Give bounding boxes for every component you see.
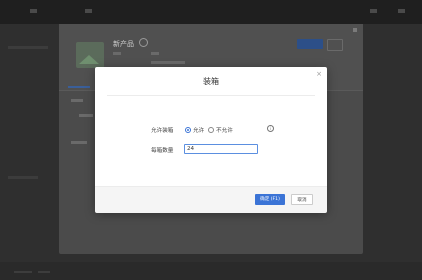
quantity-label: 每箱数量 bbox=[151, 148, 174, 154]
radio-unchecked-icon bbox=[208, 127, 214, 133]
confirm-button[interactable]: 确定 (F1) bbox=[255, 194, 285, 205]
background-dialog-title: 新产品 bbox=[113, 40, 134, 48]
quantity-row: 每箱数量 24 bbox=[95, 144, 327, 156]
dialog-footer: 确定 (F1) 取消 bbox=[95, 186, 327, 213]
screen: 新产品 装箱 × 允许装箱 允许 不允许 i 每箱数量 24 确定 (F1) 取… bbox=[0, 0, 422, 280]
split-row: 允许装箱 允许 不允许 i bbox=[95, 124, 327, 136]
background-text bbox=[151, 52, 159, 55]
cancel-button[interactable]: 取消 bbox=[291, 194, 313, 205]
split-label: 允许装箱 bbox=[151, 128, 174, 134]
background-text bbox=[113, 52, 121, 55]
background-close-icon bbox=[353, 28, 357, 32]
radio-disallow[interactable]: 不允许 bbox=[208, 126, 233, 134]
dialog-title: 装箱 bbox=[203, 77, 219, 86]
info-icon[interactable]: i bbox=[267, 125, 274, 132]
background-text bbox=[71, 141, 87, 144]
bottom-bar bbox=[0, 262, 422, 280]
background-text bbox=[8, 176, 38, 179]
background-text bbox=[8, 46, 48, 49]
background-text bbox=[151, 61, 185, 64]
nav-item bbox=[370, 9, 377, 13]
nav-item bbox=[398, 9, 405, 13]
edit-icon bbox=[139, 38, 148, 47]
background-text bbox=[38, 271, 50, 273]
radio-allow-label: 允许 bbox=[193, 128, 205, 134]
background-text bbox=[14, 271, 32, 273]
radio-checked-icon bbox=[185, 127, 191, 133]
nav-item bbox=[30, 9, 37, 13]
close-icon[interactable]: × bbox=[315, 70, 323, 78]
background-secondary-button bbox=[327, 39, 343, 51]
pack-dialog: 装箱 × 允许装箱 允许 不允许 i 每箱数量 24 确定 (F1) 取消 bbox=[95, 67, 327, 213]
background-text bbox=[71, 99, 83, 102]
background-text bbox=[79, 114, 93, 117]
nav-item bbox=[85, 9, 92, 13]
quantity-input[interactable]: 24 bbox=[184, 144, 258, 154]
radio-disallow-label: 不允许 bbox=[216, 128, 233, 134]
app-top-bar bbox=[0, 0, 422, 24]
background-tab-active bbox=[68, 86, 90, 88]
background-primary-button bbox=[297, 39, 323, 49]
product-image-icon bbox=[76, 42, 104, 68]
radio-allow[interactable]: 允许 bbox=[185, 126, 204, 134]
title-divider bbox=[107, 95, 315, 96]
